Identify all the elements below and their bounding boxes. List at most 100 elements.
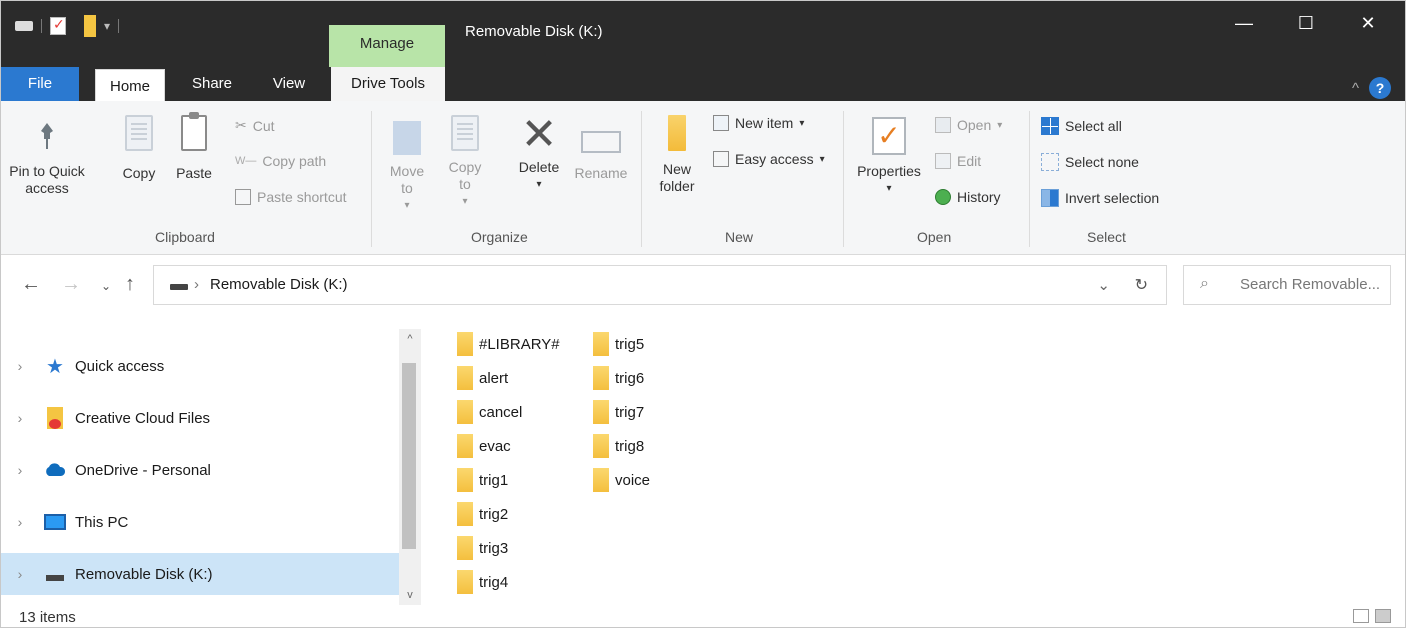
ribbon-help-area: ^ ?: [1352, 77, 1391, 99]
nav-item-creative-cloud[interactable]: › Creative Cloud Files: [1, 397, 399, 439]
list-item[interactable]: trig4: [457, 565, 508, 599]
expand-chevron-icon[interactable]: ›: [7, 358, 33, 374]
list-item[interactable]: #LIBRARY#: [457, 327, 560, 361]
properties-check-icon: ✓: [872, 117, 906, 155]
breadcrumb-chevron-icon[interactable]: ›: [194, 276, 199, 293]
list-item[interactable]: trig1: [457, 463, 508, 497]
history-button[interactable]: History: [935, 189, 1001, 205]
properties-check-icon[interactable]: ✓: [50, 16, 66, 35]
expand-chevron-icon[interactable]: ›: [7, 410, 33, 426]
close-button[interactable]: ✕: [1341, 1, 1395, 45]
select-none-button[interactable]: Select none: [1041, 153, 1139, 171]
new-item-button[interactable]: New item ▾: [713, 115, 804, 131]
refresh-icon[interactable]: ↻: [1135, 275, 1148, 295]
list-item[interactable]: alert: [457, 361, 508, 395]
file-name: cancel: [479, 403, 523, 421]
tab-file[interactable]: File: [1, 67, 79, 101]
large-icons-view-icon[interactable]: [1375, 609, 1391, 623]
file-name: evac: [479, 437, 511, 455]
copy-button[interactable]: Copy: [117, 115, 161, 182]
nav-item-quick-access[interactable]: › ★ Quick access: [1, 345, 399, 387]
back-arrow-icon[interactable]: ←: [21, 273, 41, 296]
properties-label: Properties: [857, 163, 921, 179]
invert-selection-button[interactable]: Invert selection: [1041, 189, 1159, 207]
customize-toolbar-icon[interactable]: ▾: [104, 19, 110, 33]
list-item[interactable]: trig7: [593, 395, 644, 429]
nav-item-label: Removable Disk (K:): [75, 565, 213, 583]
collapse-ribbon-icon[interactable]: ^: [1352, 80, 1359, 97]
address-bar[interactable]: › Removable Disk (K:) ⌄ ↻: [153, 265, 1167, 305]
forward-arrow-icon[interactable]: →: [61, 273, 81, 296]
details-view-icon[interactable]: [1353, 609, 1369, 623]
window-title: Removable Disk (K:): [465, 23, 603, 40]
navigation-pane: › ★ Quick access › Creative Cloud Files …: [1, 315, 421, 605]
properties-button[interactable]: ✓ Properties ▾: [851, 117, 927, 197]
nav-item-this-pc[interactable]: › This PC: [1, 501, 399, 543]
list-item[interactable]: trig6: [593, 361, 644, 395]
search-box[interactable]: ⌕ Search Removable...: [1183, 265, 1391, 305]
file-name: trig2: [479, 505, 509, 523]
list-item[interactable]: trig3: [457, 531, 508, 565]
new-folder-label: New folder: [659, 161, 695, 194]
file-name: #LIBRARY#: [479, 335, 560, 353]
pin-to-quick-access-button[interactable]: Pin to Quick access: [5, 121, 89, 197]
scroll-down-icon[interactable]: v: [399, 589, 421, 601]
tab-share[interactable]: Share: [183, 67, 241, 101]
folder-icon: [457, 366, 473, 390]
easy-access-button[interactable]: Easy access ▾: [713, 151, 825, 167]
paste-shortcut-button[interactable]: Paste shortcut: [235, 189, 347, 205]
folder-icon: [593, 366, 609, 390]
move-to-label: Move to: [389, 163, 425, 196]
expand-chevron-icon[interactable]: ›: [7, 566, 33, 582]
tab-home[interactable]: Home: [95, 69, 165, 101]
group-label-clipboard: Clipboard: [155, 229, 215, 245]
select-none-label: Select none: [1065, 154, 1139, 170]
expand-chevron-icon[interactable]: ›: [7, 462, 33, 478]
scrollbar-thumb[interactable]: [402, 363, 416, 549]
edit-button[interactable]: Edit: [935, 153, 981, 169]
minimize-button[interactable]: —: [1217, 1, 1271, 45]
list-item[interactable]: trig5: [593, 327, 644, 361]
maximize-button[interactable]: ☐: [1279, 1, 1333, 45]
paste-button[interactable]: Paste: [171, 112, 217, 182]
delete-button[interactable]: ✕ Delete ▾: [511, 113, 567, 193]
list-item[interactable]: voice: [593, 463, 650, 497]
dropdown-arrow-icon: ▾: [799, 117, 805, 129]
list-item[interactable]: evac: [457, 429, 511, 463]
select-all-button[interactable]: Select all: [1041, 117, 1122, 135]
tab-drive-tools[interactable]: Drive Tools: [331, 67, 445, 101]
pin-label: Pin to Quick access: [9, 163, 85, 196]
select-all-label: Select all: [1065, 118, 1122, 134]
cut-label: Cut: [252, 117, 275, 134]
list-item[interactable]: trig2: [457, 497, 508, 531]
nav-item-onedrive[interactable]: › OneDrive - Personal: [1, 449, 399, 491]
copy-to-button[interactable]: Copy to ▾: [443, 115, 487, 210]
folder-icon: [593, 400, 609, 424]
new-folder-icon[interactable]: [84, 15, 96, 37]
up-arrow-icon[interactable]: ↑: [125, 273, 135, 296]
expand-chevron-icon[interactable]: ›: [7, 514, 33, 530]
nav-item-removable-disk[interactable]: › Removable Disk (K:): [1, 553, 399, 595]
invert-selection-icon: [1041, 189, 1059, 207]
rename-button[interactable]: Rename: [571, 121, 631, 182]
copy-path-button[interactable]: W— Copy path: [235, 153, 326, 169]
breadcrumb[interactable]: Removable Disk (K:): [210, 276, 348, 293]
list-item[interactable]: cancel: [457, 395, 522, 429]
creative-cloud-folder-icon: [43, 407, 67, 429]
new-folder-button[interactable]: New folder: [649, 115, 705, 195]
scroll-up-icon[interactable]: ^: [399, 333, 421, 345]
drive-icon[interactable]: [15, 21, 33, 31]
help-icon[interactable]: ?: [1369, 77, 1391, 99]
search-input[interactable]: Search Removable...: [1240, 276, 1380, 293]
delete-label: Delete: [518, 159, 560, 175]
tab-view[interactable]: View: [263, 67, 315, 101]
manage-context-tab[interactable]: Manage: [329, 25, 445, 67]
recent-locations-icon[interactable]: ⌄: [101, 279, 111, 293]
address-dropdown-icon[interactable]: ⌄: [1097, 276, 1110, 294]
list-item[interactable]: trig8: [593, 429, 644, 463]
nav-scrollbar[interactable]: ^ v: [399, 329, 421, 605]
open-button[interactable]: Open ▾: [935, 117, 1002, 133]
folder-icon: [457, 536, 473, 560]
move-to-button[interactable]: Move to ▾: [385, 121, 429, 214]
cut-button[interactable]: ✂ Cut: [235, 117, 275, 134]
